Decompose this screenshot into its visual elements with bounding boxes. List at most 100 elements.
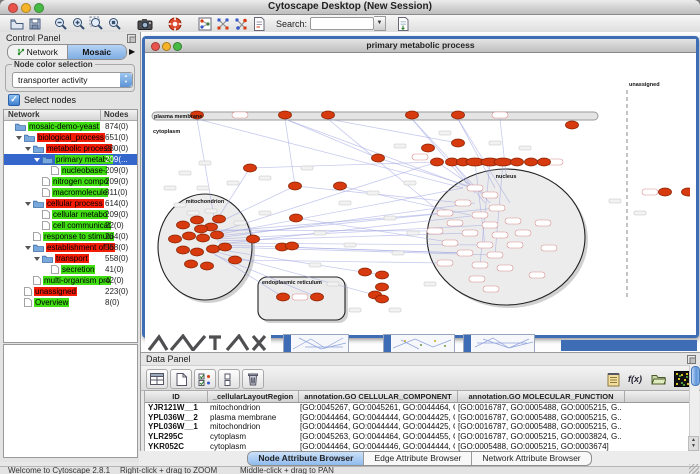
network-view-window[interactable]: primary metabolic process plasma membran… [142, 36, 699, 338]
network-node[interactable] [376, 295, 389, 303]
network-node[interactable] [376, 283, 389, 291]
expand-arrow-icon[interactable] [25, 246, 31, 250]
network-node[interactable] [422, 144, 435, 152]
table-cell[interactable]: YPL036W__2 [145, 413, 207, 422]
notepad-icon[interactable] [602, 369, 624, 389]
tree-header[interactable]: Network Nodes [4, 110, 137, 121]
table-cell[interactable]: YKR052C [145, 442, 207, 451]
network-node[interactable] [183, 232, 196, 240]
float-panel-icon[interactable] [687, 355, 696, 364]
background-window-edge[interactable] [561, 340, 697, 351]
table-cell[interactable]: [GO:0044464, GO:0044446, GO:0044444, G..… [297, 442, 455, 451]
network-overview-icon[interactable] [196, 16, 214, 31]
network-node[interactable] [538, 158, 551, 166]
tab-node-attribute-browser[interactable]: Node Attribute Browser [248, 452, 363, 465]
network-node[interactable] [177, 221, 190, 229]
float-panel-icon[interactable] [127, 34, 136, 43]
table-cell[interactable]: [GO:0016787, GO:0005488, GO:0005215, G..… [455, 422, 621, 431]
new-attribute-icon[interactable] [170, 369, 192, 389]
zoom-fit-icon[interactable] [106, 16, 124, 31]
tab-network[interactable]: Network [8, 45, 67, 59]
select-attributes-icon[interactable] [194, 369, 216, 389]
expand-arrow-icon[interactable] [16, 136, 22, 140]
table-cell[interactable]: mitochondrion [207, 422, 297, 431]
network-edge[interactable] [235, 260, 445, 263]
network-node[interactable] [311, 293, 324, 301]
tree-row-transport[interactable]: transport558(0) [4, 253, 137, 264]
search-input[interactable] [310, 17, 374, 30]
network-node[interactable] [566, 121, 579, 129]
tree-row-secretion[interactable]: secretion41(0) [4, 264, 137, 275]
zoom-in-icon[interactable] [70, 16, 88, 31]
apply-layout-icon[interactable] [214, 16, 232, 31]
select-nodes-checkbox[interactable]: ✓ [8, 94, 20, 106]
expand-arrow-icon[interactable] [34, 158, 40, 162]
table-cell[interactable]: cytoplasm [207, 442, 297, 451]
network-edge[interactable] [285, 119, 378, 158]
birds-eye-view-panel[interactable] [3, 344, 138, 458]
table-cell[interactable]: [GO:0044464, GO:0044444, GO:0044425, G..… [297, 413, 455, 422]
tree-row-primary-metabo[interactable]: primary metabo209(... [4, 154, 137, 165]
network-edge[interactable] [197, 119, 463, 188]
table-cell[interactable]: cytoplasm [207, 432, 297, 441]
function-builder-icon[interactable]: f(x) [624, 369, 646, 389]
unselect-attributes-icon[interactable] [218, 369, 240, 389]
table-cell[interactable]: [GO:0016787, GO:0005488, GO:0005215, G..… [455, 413, 621, 422]
background-window-preview[interactable] [145, 334, 271, 351]
zoom-out-icon[interactable] [52, 16, 70, 31]
network-node[interactable] [185, 260, 198, 268]
tree-row-nucleobase-[interactable]: nucleobase-209(0) [4, 165, 137, 176]
network-node[interactable] [277, 293, 290, 301]
background-window-preview[interactable] [283, 334, 349, 352]
network-node[interactable] [279, 111, 292, 119]
table-cell[interactable]: [GO:0045267, GO:0045261, GO:0044464, G..… [297, 403, 455, 412]
table-cell[interactable]: [GO:0016787, GO:0005215, GO:0003824, G..… [455, 432, 621, 441]
snapshot-camera-icon[interactable] [136, 16, 154, 31]
table-cell[interactable]: [GO:0005488, GO:0005215, GO:0003674] [455, 442, 621, 451]
network-node[interactable] [525, 158, 538, 166]
scrollbar-thumb[interactable] [691, 366, 700, 386]
table-cell[interactable]: YLR295C [145, 432, 207, 441]
resize-grip[interactable] [689, 464, 699, 474]
network-node[interactable] [244, 164, 257, 172]
network-node[interactable] [191, 216, 204, 224]
compartment-plasma-membrane[interactable] [152, 112, 598, 120]
network-node[interactable] [191, 248, 204, 256]
tree-row-cellular-process[interactable]: cellular process614(0) [4, 198, 137, 209]
network-node[interactable] [211, 231, 224, 239]
table-cell[interactable]: plasma membrane [207, 413, 297, 422]
zoom-selected-region-icon[interactable] [88, 16, 106, 31]
annotation-icon[interactable] [250, 16, 268, 31]
network-node[interactable] [682, 188, 691, 196]
scrollbar-arrows[interactable]: ▲▼ [688, 436, 699, 451]
network-node[interactable] [431, 158, 444, 166]
network-node[interactable] [359, 268, 372, 276]
table-cell[interactable]: mitochondrion [207, 403, 297, 412]
network-node[interactable] [334, 182, 347, 190]
network-node[interactable] [247, 235, 260, 243]
network-node[interactable] [207, 245, 220, 253]
column-header-3[interactable]: annotation.GO MOLECULAR_FUNCTION [458, 391, 625, 402]
network-node[interactable] [452, 139, 465, 147]
table-scrollbar[interactable] [689, 365, 699, 438]
tree-row-overview[interactable]: Overview8(0) [4, 297, 137, 308]
network-node[interactable] [213, 215, 226, 223]
network-node[interactable] [406, 111, 419, 119]
tree-row-cellular-metabo[interactable]: cellular metabo209(0) [4, 209, 137, 220]
network-edge[interactable] [285, 119, 490, 195]
tree-row-macromolecule[interactable]: macromolecule311(0) [4, 187, 137, 198]
table-cell[interactable]: YPL036W__1 [145, 422, 207, 431]
network-node[interactable] [195, 225, 208, 233]
table-cell[interactable]: YJR121W__1 [145, 403, 207, 412]
table-row[interactable]: YKR052Ccytoplasm[GO:0044464, GO:0044446,… [145, 441, 690, 451]
save-session-button[interactable] [26, 16, 44, 31]
tree-row-cell-communicat[interactable]: cell communicat22(0) [4, 220, 137, 231]
network-node[interactable] [376, 271, 389, 279]
search-dropdown-button[interactable]: ▼ [374, 16, 386, 31]
network-node[interactable] [511, 158, 524, 166]
table-row[interactable]: YPL036W__1mitochondrion[GO:0044464, GO:0… [145, 422, 690, 432]
expand-arrow-icon[interactable] [25, 202, 31, 206]
network-node[interactable] [452, 111, 465, 119]
tree-row-multi-organism-pro[interactable]: multi-organism pro42(0) [4, 275, 137, 286]
network-node[interactable] [219, 243, 232, 251]
